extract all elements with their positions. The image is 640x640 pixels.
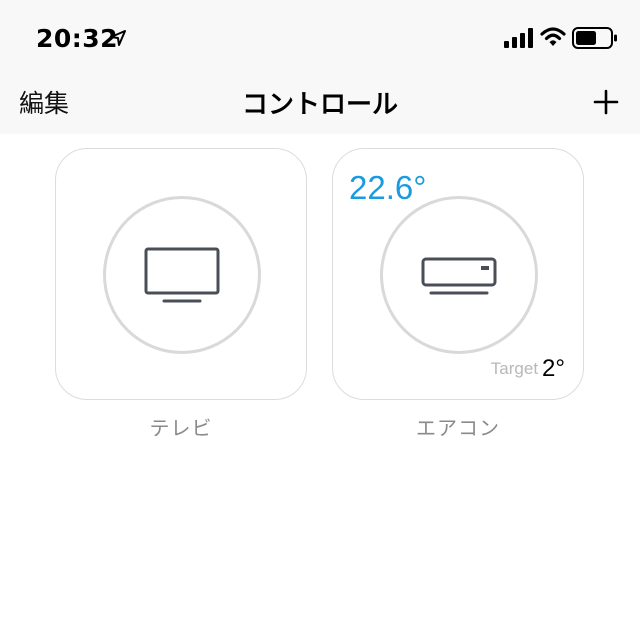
target-label: Target (490, 359, 539, 378)
target-temperature: Target 2° (491, 355, 565, 383)
air-conditioner-icon (421, 257, 497, 295)
tv-icon (144, 247, 220, 303)
wifi-icon (540, 27, 566, 46)
status-time: 20:32 (36, 24, 119, 53)
page-title: コントロール (241, 90, 398, 120)
plus-icon[interactable] (592, 88, 620, 116)
device-tile-air-conditioner[interactable]: 22.6° Target 2° (332, 148, 584, 400)
location-arrow-icon (110, 30, 126, 46)
device-label-tv: テレビ (149, 416, 213, 440)
device-label-air-conditioner: エアコン (416, 416, 500, 440)
device-tile-tv[interactable] (55, 148, 307, 400)
current-temperature: 22.6° (349, 169, 427, 206)
cellular-signal-icon (504, 28, 533, 48)
app-screen: 20:32 編集 コントロール テレビ 22.6° Target 2° エアコン (0, 0, 640, 640)
target-value: 2° (542, 355, 565, 382)
battery-icon (572, 27, 617, 49)
